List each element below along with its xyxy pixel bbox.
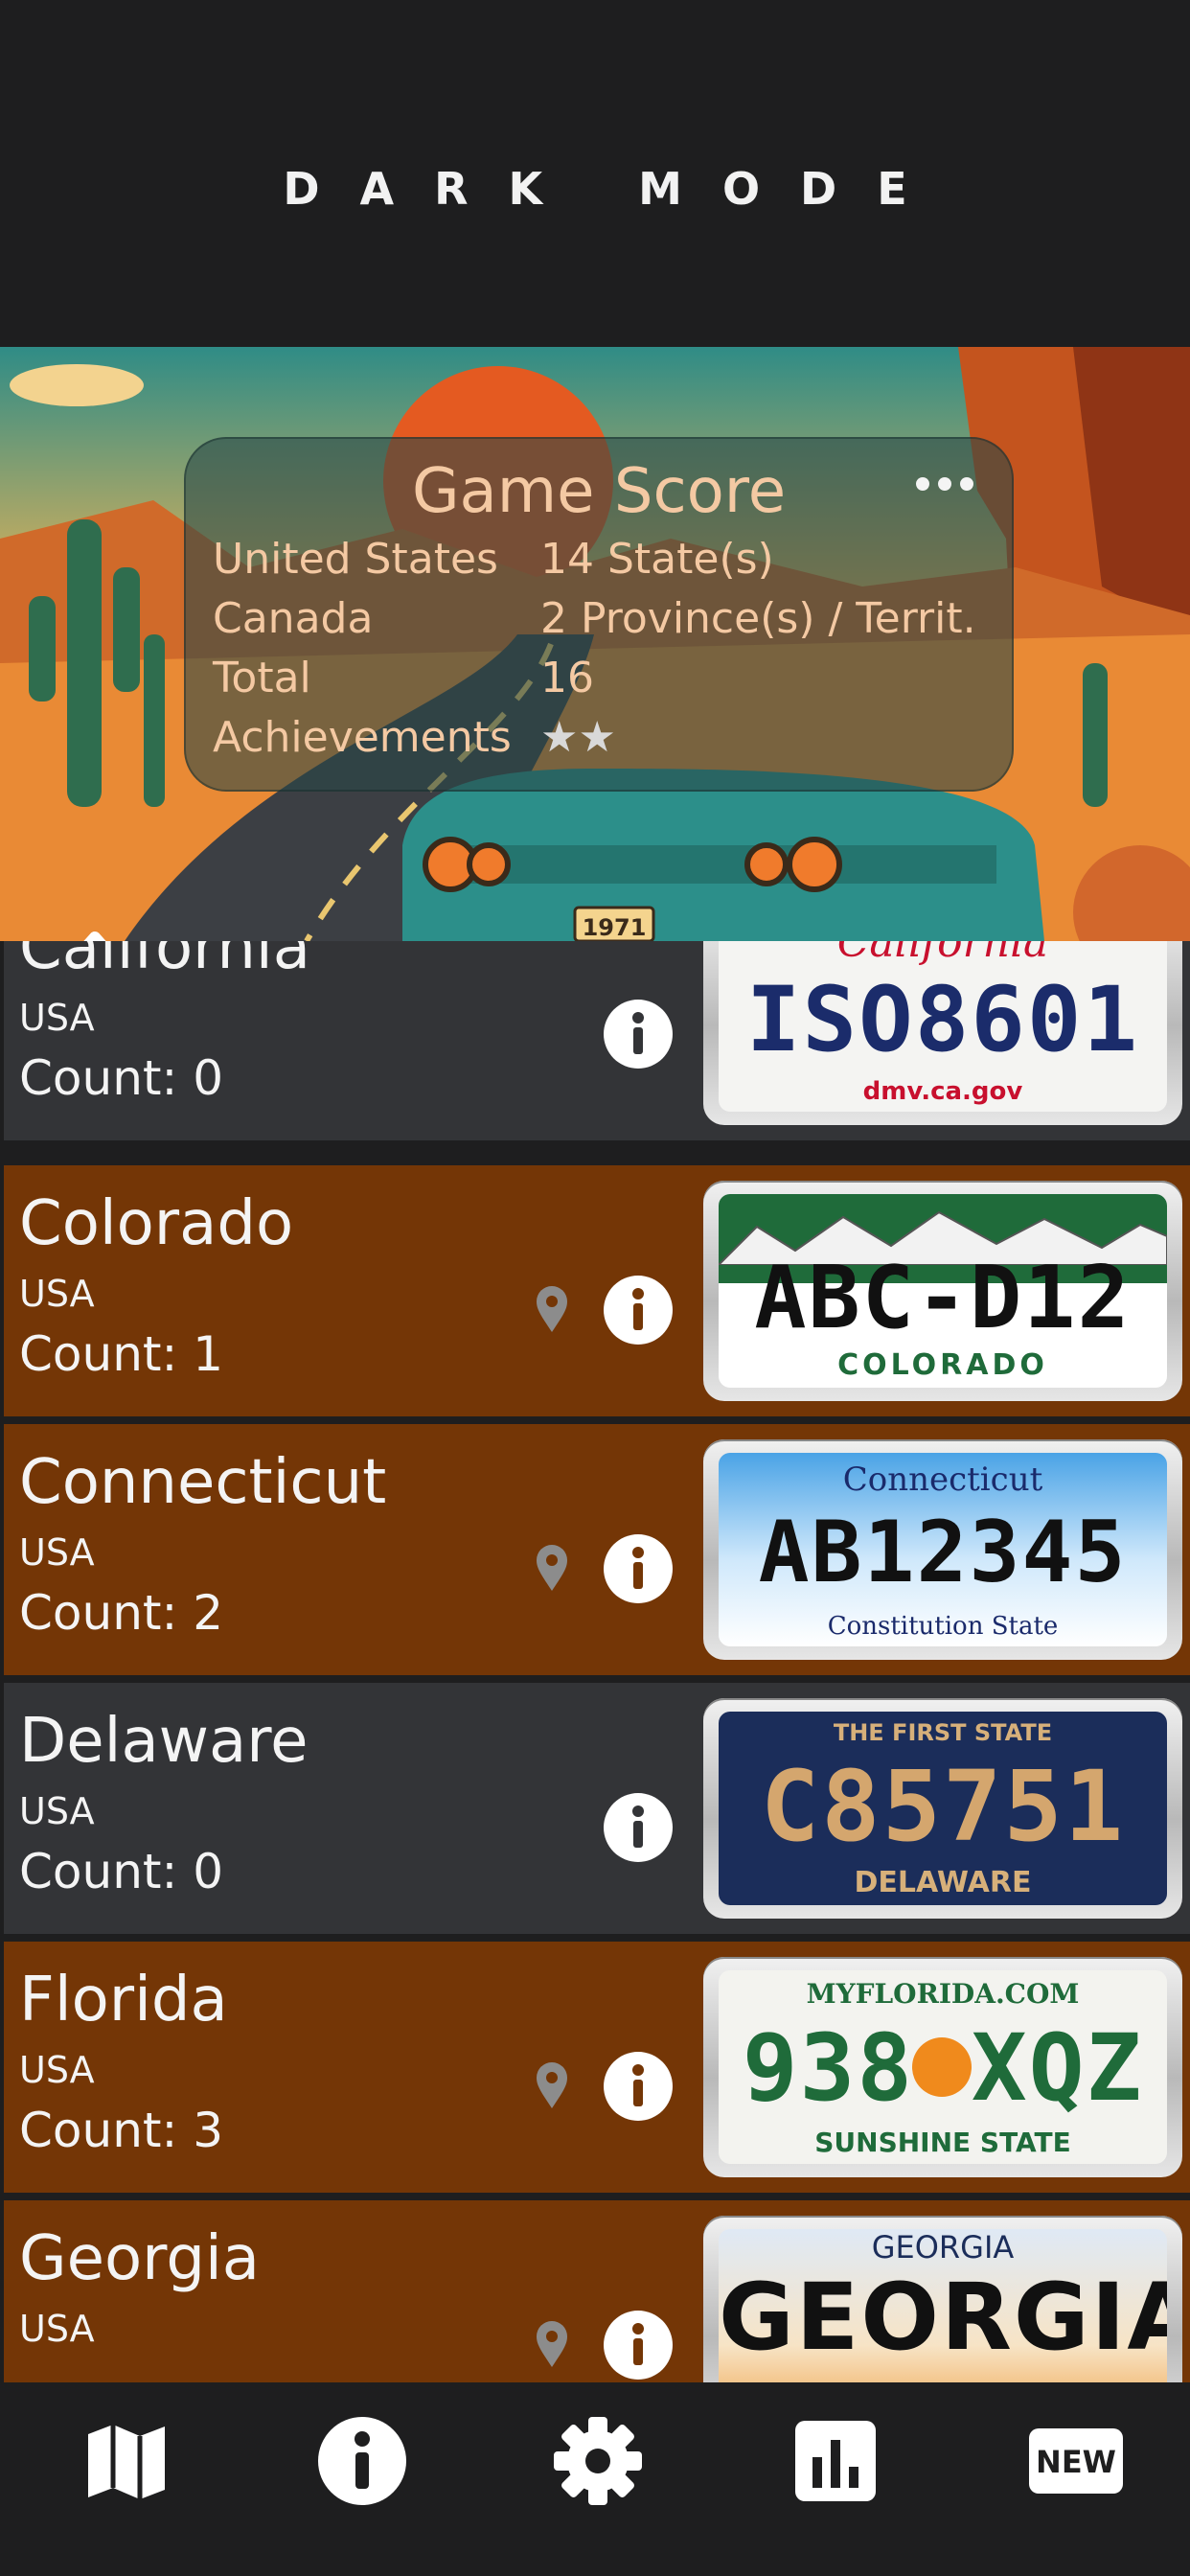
score-row-canada: Canada 2 Province(s) / Territ. [213,594,998,652]
license-plate-image: Connecticut AB12345 Constitution State [703,1439,1182,1660]
country-label: USA [19,2049,95,2091]
plate-top-text: Connecticut [842,1460,1043,1499]
country-label: USA [19,1790,95,1832]
score-label: United States [213,535,498,584]
info-icon[interactable] [603,1275,674,1346]
plate-number: AB12345 [758,1503,1128,1601]
info-icon[interactable] [603,1533,674,1604]
plate-top-text: California [836,941,1049,967]
top-header: DARK MODE [0,0,1190,347]
score-value: 2 Province(s) / Territ. [540,594,976,643]
list-item[interactable]: Colorado USA Count: 1 ABC-D12 COLORADO [4,1165,1190,1416]
location-pin-icon [533,1543,571,1593]
plate-bottom-text: dmv.ca.gov [862,1077,1023,1106]
bottom-navigation: NEW [0,2382,1190,2576]
score-label: Canada [213,594,374,643]
map-icon[interactable] [79,2413,174,2509]
count-label: Count: 2 [19,1585,224,1641]
score-row-united-states: United States 14 State(s) [213,535,998,592]
state-name: California [19,941,310,983]
plate-bottom-text: COLORADO [837,1348,1048,1382]
app-root: DARK MODE 1971 Game Score United States … [0,0,1190,2576]
score-row-total: Total 16 [213,654,998,711]
gear-icon[interactable] [550,2413,646,2509]
count-label: Count: 3 [19,2103,224,2158]
country-label: USA [19,2308,95,2350]
plate-bottom-text: SUNSHINE STATE [814,2127,1071,2158]
state-name: Connecticut [19,1447,387,1518]
info-icon[interactable] [603,2310,674,2380]
list-item[interactable]: California USA Count: 0 California ISO86… [4,941,1190,1140]
plate-top-text: THE FIRST STATE [833,1719,1053,1746]
state-name: Colorado [19,1188,294,1259]
app-title: DARK MODE [283,163,948,215]
state-list[interactable]: California USA Count: 0 California ISO86… [0,941,1190,2382]
license-plate-image: ABC-D12 COLORADO [703,1181,1182,1401]
share-icon[interactable] [44,928,149,941]
new-icon[interactable]: NEW [1023,2413,1129,2509]
country-label: USA [19,1531,95,1574]
new-badge-label: NEW [1036,2444,1116,2480]
location-pin-icon [533,2060,571,2110]
plate-number: GEORGIA [719,2264,1167,2371]
plate-bottom-text: Constitution State [827,1612,1059,1641]
score-value: 16 [540,654,594,702]
info-icon[interactable] [603,999,674,1070]
score-value: 14 State(s) [540,535,774,584]
list-item[interactable]: Delaware USA Count: 0 THE FIRST STATE C8… [4,1683,1190,1934]
plate-bottom-text: DELAWARE [854,1866,1032,1899]
info-icon[interactable] [603,1792,674,1863]
plate-top-text: GEORGIA [871,2229,1015,2266]
license-plate-image: THE FIRST STATE C85751 DELAWARE [703,1698,1182,1919]
license-plate-image: MYFLORIDA.COM 938 XQZ SUNSHINE STATE [703,1957,1182,2177]
license-plate-image: California ISO8601 dmv.ca.gov [703,941,1182,1125]
count-label: Count: 0 [19,1844,224,1899]
game-score-panel: Game Score United States 14 State(s) Can… [184,437,1014,792]
plate-number: ABC-D12 [754,1248,1132,1348]
country-label: USA [19,997,95,1039]
list-item[interactable]: Georgia USA GEORGIA GEORGIA [4,2200,1190,2382]
license-plate-image: GEORGIA GEORGIA [703,2216,1182,2382]
score-row-achievements: Achievements ★★ [213,713,998,770]
state-name: Delaware [19,1706,309,1777]
country-label: USA [19,1273,95,1315]
score-label: Achievements [213,713,512,762]
state-name: Florida [19,1965,228,2036]
plate-top-text: MYFLORIDA.COM [806,1978,1080,2010]
state-name: Georgia [19,2223,260,2294]
plate-number: C85751 [760,1750,1126,1864]
game-score-title: Game Score [411,456,787,527]
count-label: Count: 0 [19,1050,224,1106]
banner-plate-year: 1971 [583,914,647,941]
achievement-stars: ★★ [540,713,616,762]
plate-number: 938 XQZ [742,2014,1144,2122]
more-options-icon[interactable] [914,468,975,502]
count-label: Count: 1 [19,1326,224,1382]
list-item[interactable]: Connecticut USA Count: 2 Connecticut AB1… [4,1424,1190,1675]
plate-number: ISO8601 [745,968,1140,1072]
score-label: Total [213,654,311,702]
info-icon[interactable] [314,2413,410,2509]
info-icon[interactable] [603,2051,674,2122]
location-pin-icon [533,1284,571,1334]
location-pin-icon [533,2319,571,2369]
list-item[interactable]: Florida USA Count: 3 MYFLORIDA.COM 938 X… [4,1942,1190,2193]
chart-icon[interactable] [788,2413,883,2509]
